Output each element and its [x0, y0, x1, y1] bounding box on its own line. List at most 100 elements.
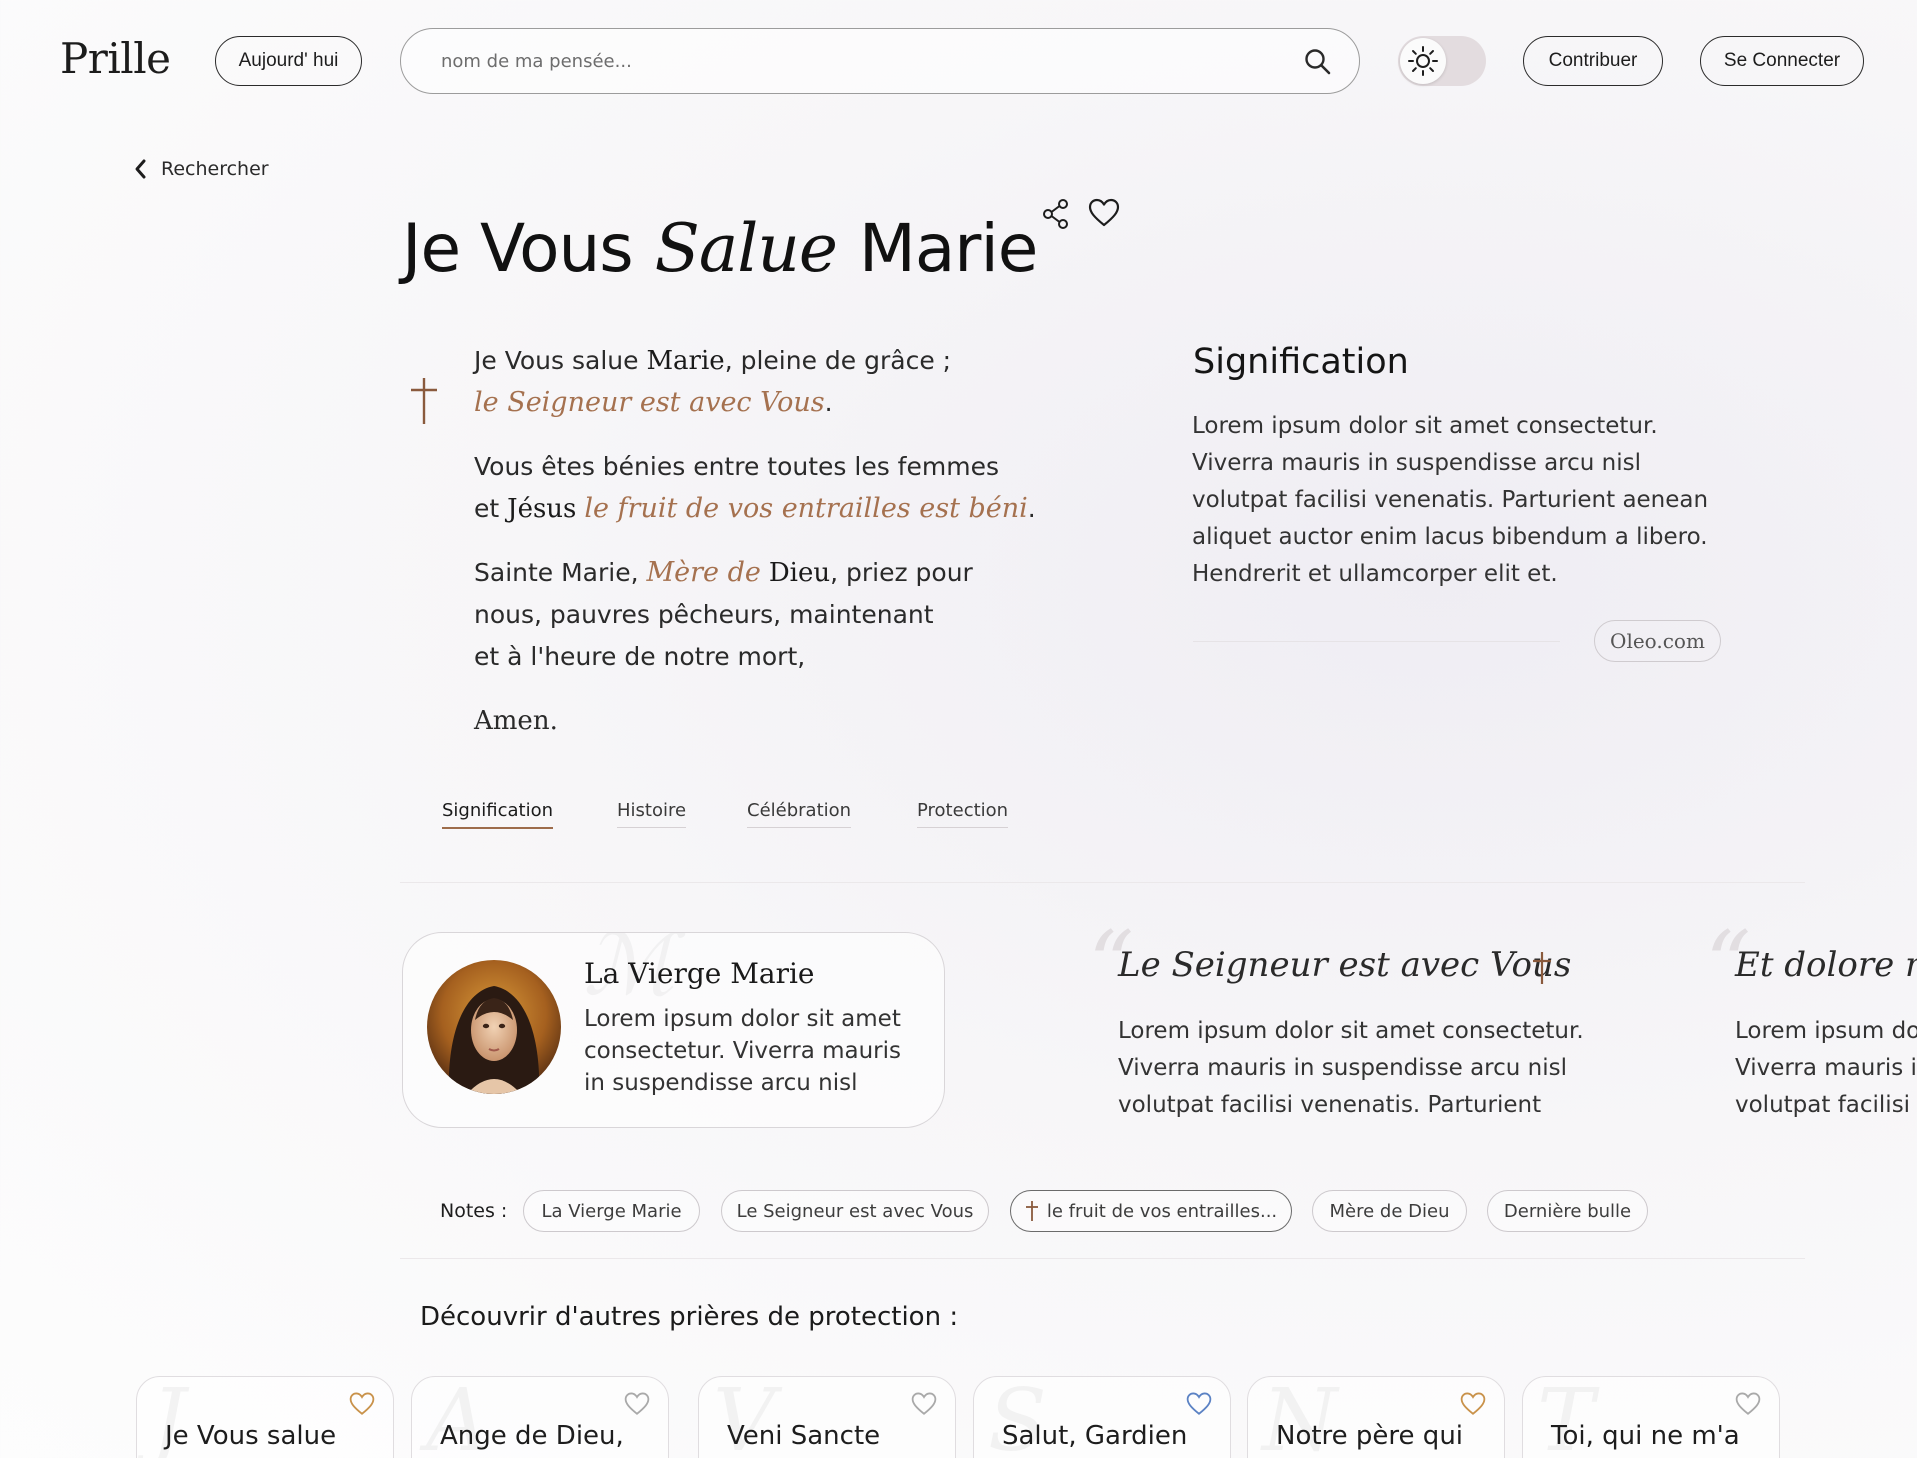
quote-text: Lorem ipsum dolor sit amet consectetur. …	[1118, 1013, 1584, 1124]
tab-celebration[interactable]: Célébration	[747, 800, 852, 828]
prayer-card[interactable]: A Ange de Dieu,	[411, 1376, 669, 1458]
quote-line: Lorem ipsum do	[1735, 1018, 1917, 1044]
cross-icon	[1025, 1201, 1038, 1221]
source-link[interactable]: Oleo.com	[1594, 620, 1721, 662]
search-input[interactable]	[441, 47, 1261, 75]
discover-title: Découvrir d'autres prières de protection…	[420, 1302, 959, 1332]
prayer-name: Marie	[646, 346, 725, 376]
chevron-left-icon	[135, 159, 146, 179]
divider	[400, 882, 1805, 883]
quote-title: Le Seigneur est avec Vous	[1118, 945, 1572, 985]
prayer-card-title: Salut, Gardien	[1002, 1421, 1188, 1451]
quote-line: Viverra mauris i	[1735, 1055, 1917, 1081]
theme-toggle-knob[interactable]	[1400, 38, 1446, 84]
prayer-text: .	[824, 388, 833, 417]
prayer-card[interactable]: J Je Vous salue	[136, 1376, 394, 1458]
prayer-card-title: Ange de Dieu,	[440, 1421, 624, 1451]
signification-text: Lorem ipsum dolor sit amet consectetur. …	[1192, 413, 1709, 587]
prayer-card-title: Notre père qui	[1276, 1421, 1464, 1451]
page-title: Je Vous Salue Marie	[402, 210, 1038, 287]
note-chip[interactable]: Mère de Dieu	[1312, 1190, 1467, 1232]
prayer-stanza-3: Sainte Marie, Mère de Dieu, priez pour n…	[474, 552, 973, 678]
heart-icon[interactable]	[1735, 1391, 1761, 1417]
prayer-card[interactable]: V Veni Sancte	[698, 1376, 956, 1458]
divider	[1193, 641, 1560, 642]
prayer-text: , pleine de grâce ;	[724, 346, 952, 375]
quote-line: Lorem ipsum dolor sit amet consectetur.	[1118, 1018, 1584, 1044]
heart-icon[interactable]	[911, 1391, 937, 1417]
prayer-card-title: Veni Sancte	[727, 1421, 881, 1451]
prayer-card[interactable]: S Salut, Gardien	[973, 1376, 1231, 1458]
prayer-text	[761, 558, 769, 587]
prayer-highlight: Mère de	[646, 557, 761, 588]
search-bar[interactable]	[400, 28, 1360, 94]
tab-signification[interactable]: Signification	[442, 800, 554, 829]
quote-line: volutpat facilisi	[1735, 1092, 1911, 1118]
prayer-text: Sainte Marie,	[474, 558, 647, 587]
note-chip-label: Dernière bulle	[1503, 1200, 1632, 1222]
cross-icon	[1533, 952, 1551, 984]
back-link-label: Rechercher	[161, 158, 269, 180]
prayer-highlight: le fruit de vos entrailles est béni	[584, 493, 1028, 524]
tab-histoire[interactable]: Histoire	[617, 800, 687, 828]
title-part-1: Je Vous	[402, 210, 634, 287]
virgin-mary-portrait	[427, 960, 561, 1094]
prayer-card[interactable]: T Toi, qui ne m'a	[1522, 1376, 1780, 1458]
prayer-card-title: Toi, qui ne m'a	[1551, 1421, 1740, 1451]
prayer-line: et à l'heure de notre mort,	[474, 642, 806, 671]
login-button[interactable]: Se Connecter	[1700, 36, 1864, 86]
search-icon[interactable]	[1303, 47, 1333, 77]
saint-name: La Vierge Marie	[584, 957, 815, 990]
saint-description: Lorem ipsum dolor sit amet consectetur. …	[584, 1006, 902, 1096]
note-chip-label: La Vierge Marie	[541, 1200, 682, 1222]
note-chip-label: Le Seigneur est avec Vous	[736, 1200, 974, 1222]
prayer-text: et	[474, 494, 508, 523]
share-icon[interactable]	[1042, 198, 1070, 230]
prayer-line: Je Vous salue Marie, pleine de grâce ;	[474, 340, 951, 382]
prayer-stanza-1: Je Vous salue Marie, pleine de grâce ; l…	[474, 340, 951, 424]
theme-toggle[interactable]	[1398, 36, 1486, 86]
prayer-line: Vous êtes bénies entre toutes les femmes	[474, 452, 999, 481]
signification-title: Signification	[1193, 342, 1409, 382]
prayer-line: nous, pauvres pêcheurs, maintenant	[474, 600, 934, 629]
prayer-amen: Amen.	[474, 706, 558, 736]
prayer-line: le Seigneur est avec Vous.	[474, 382, 951, 424]
quote-line: volutpat facilisi venenatis. Parturient	[1118, 1092, 1542, 1118]
heart-icon[interactable]	[1088, 197, 1120, 229]
prayer-line: Sainte Marie, Mère de Dieu, priez pour	[474, 552, 973, 594]
heart-icon[interactable]	[624, 1391, 650, 1417]
notes-label: Notes :	[440, 1200, 508, 1222]
prayer-highlight: le Seigneur est avec Vous	[474, 387, 825, 418]
note-chip-label: le fruit de vos entrailles...	[1046, 1200, 1278, 1222]
sun-icon	[1408, 46, 1438, 76]
tab-protection[interactable]: Protection	[917, 800, 1009, 828]
prayer-name: Jésus	[507, 494, 577, 524]
note-chip[interactable]: La Vierge Marie	[523, 1190, 700, 1232]
avatar	[427, 960, 561, 1094]
divider	[400, 1258, 1805, 1259]
title-part-3: Marie	[858, 210, 1038, 287]
prayer-card-title: Je Vous salue	[165, 1421, 337, 1451]
quote-text: Lorem ipsum do Viverra mauris i volutpat…	[1735, 1013, 1917, 1124]
note-chip[interactable]: le fruit de vos entrailles...	[1010, 1190, 1292, 1232]
logo[interactable]: Prille	[60, 34, 171, 83]
back-link[interactable]: Rechercher	[133, 158, 269, 180]
note-chip[interactable]: Dernière bulle	[1487, 1190, 1648, 1232]
note-chip-label: Mère de Dieu	[1329, 1200, 1450, 1222]
quote-title: Et dolore ma	[1735, 945, 1917, 985]
note-chip[interactable]: Le Seigneur est avec Vous	[721, 1190, 989, 1232]
prayer-line: et Jésus le fruit de vos entrailles est …	[474, 488, 1036, 530]
prayer-name: Dieu	[768, 558, 831, 588]
prayer-card[interactable]: N Notre père qui	[1247, 1376, 1505, 1458]
prayer-text: , priez pour	[830, 558, 973, 587]
prayer-text: .	[1027, 494, 1036, 523]
cross-icon	[411, 378, 437, 424]
today-button[interactable]: Aujourd' hui	[215, 36, 362, 86]
heart-icon[interactable]	[1186, 1391, 1212, 1417]
prayer-text: Je Vous salue	[474, 346, 647, 375]
heart-icon[interactable]	[1460, 1391, 1486, 1417]
quote-line: Viverra mauris in suspendisse arcu nisl	[1118, 1055, 1567, 1081]
saint-card[interactable]: ℳ La Vierge Marie L	[402, 932, 945, 1128]
contribute-button[interactable]: Contribuer	[1523, 36, 1663, 86]
heart-icon[interactable]	[349, 1391, 375, 1417]
